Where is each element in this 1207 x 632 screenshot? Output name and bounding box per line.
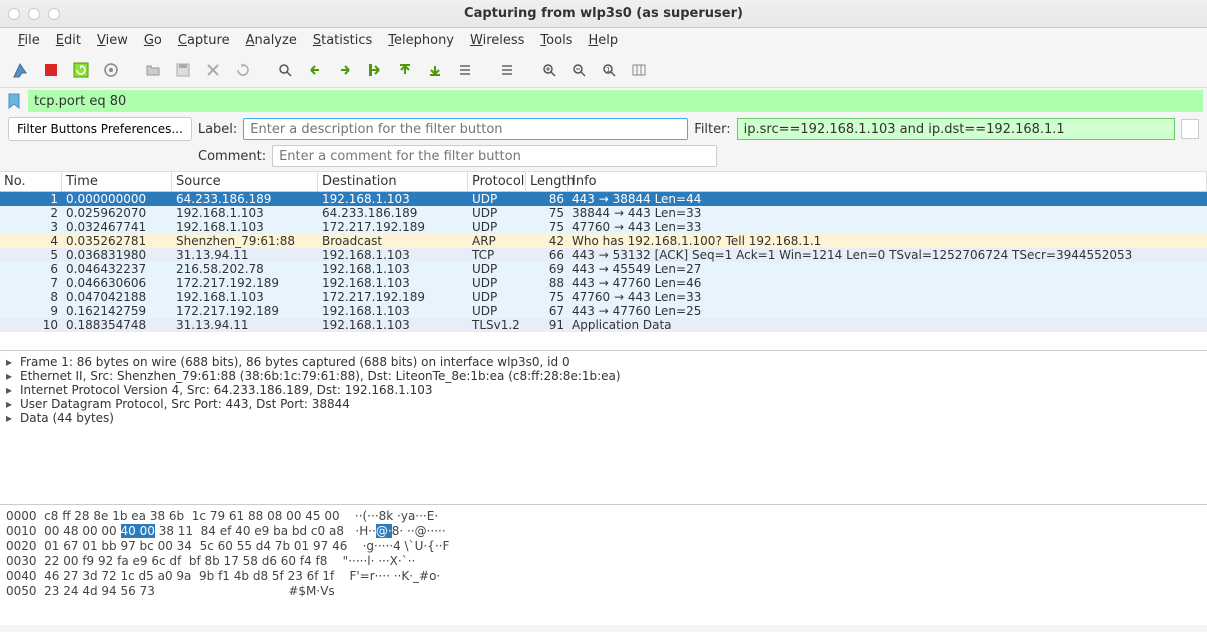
table-row[interactable]: 100.18835474831.13.94.11192.168.1.103TLS… (0, 318, 1207, 332)
expand-icon[interactable]: ▸ (6, 355, 16, 369)
table-row[interactable]: 90.162142759172.217.192.189192.168.1.103… (0, 304, 1207, 318)
go-back-button[interactable] (302, 57, 328, 83)
table-row[interactable]: 80.047042188192.168.1.103172.217.192.189… (0, 290, 1207, 304)
filter-buttons-preferences-button[interactable]: Filter Buttons Preferences... (8, 117, 192, 141)
menu-analyze[interactable]: Analyze (238, 30, 305, 51)
menu-go[interactable]: Go (136, 30, 170, 51)
tree-line[interactable]: ▸Frame 1: 86 bytes on wire (688 bits), 8… (6, 355, 1201, 369)
shark-fin-icon[interactable] (8, 57, 34, 83)
menubar: FileEditViewGoCaptureAnalyzeStatisticsTe… (0, 28, 1207, 52)
col-time[interactable]: Time (62, 172, 172, 191)
menu-help[interactable]: Help (580, 30, 626, 51)
confirm-button[interactable] (1181, 119, 1199, 139)
menu-telephony[interactable]: Telephony (380, 30, 462, 51)
titlebar: Capturing from wlp3s0 (as superuser) (0, 0, 1207, 28)
filter-label: Filter: (694, 122, 730, 137)
expand-icon[interactable]: ▸ (6, 369, 16, 383)
toolbar: 1 (0, 52, 1207, 88)
label-label: Label: (198, 122, 237, 137)
maximize-window-button[interactable] (48, 8, 60, 20)
capture-options-button[interactable] (98, 57, 124, 83)
menu-tools[interactable]: Tools (532, 30, 580, 51)
tree-line[interactable]: ▸User Datagram Protocol, Src Port: 443, … (6, 397, 1201, 411)
auto-scroll-button[interactable] (452, 57, 478, 83)
hex-line[interactable]: 0000 c8 ff 28 8e 1b ea 38 6b 1c 79 61 88… (6, 509, 1201, 524)
minimize-window-button[interactable] (28, 8, 40, 20)
col-length[interactable]: Length (526, 172, 568, 191)
filter-comment-input[interactable] (272, 145, 717, 167)
close-window-button[interactable] (8, 8, 20, 20)
display-filter-input[interactable] (28, 90, 1203, 112)
hex-line[interactable]: 0010 00 48 00 00 40 00 38 11 84 ef 40 e9… (6, 524, 1201, 539)
zoom-in-button[interactable] (536, 57, 562, 83)
go-last-button[interactable] (422, 57, 448, 83)
go-forward-button[interactable] (332, 57, 358, 83)
packet-bytes-pane[interactable]: 0000 c8 ff 28 8e 1b ea 38 6b 1c 79 61 88… (0, 505, 1207, 625)
menu-file[interactable]: File (10, 30, 48, 51)
menu-capture[interactable]: Capture (170, 30, 238, 51)
table-row[interactable]: 10.00000000064.233.186.189192.168.1.103U… (0, 192, 1207, 206)
reload-button[interactable] (230, 57, 256, 83)
tree-line[interactable]: ▸Internet Protocol Version 4, Src: 64.23… (6, 383, 1201, 397)
menu-wireless[interactable]: Wireless (462, 30, 532, 51)
col-destination[interactable]: Destination (318, 172, 468, 191)
packet-details-pane[interactable]: ▸Frame 1: 86 bytes on wire (688 bits), 8… (0, 350, 1207, 505)
open-file-button[interactable] (140, 57, 166, 83)
tree-line[interactable]: ▸Data (44 bytes) (6, 411, 1201, 425)
expand-icon[interactable]: ▸ (6, 383, 16, 397)
go-first-button[interactable] (392, 57, 418, 83)
packet-list[interactable]: 10.00000000064.233.186.189192.168.1.103U… (0, 192, 1207, 350)
display-filter-bar (0, 88, 1207, 114)
tree-line[interactable]: ▸Ethernet II, Src: Shenzhen_79:61:88 (38… (6, 369, 1201, 383)
expand-icon[interactable]: ▸ (6, 397, 16, 411)
zoom-reset-button[interactable]: 1 (596, 57, 622, 83)
filter-label-input[interactable] (243, 118, 688, 140)
table-row[interactable]: 70.046630606172.217.192.189192.168.1.103… (0, 276, 1207, 290)
restart-capture-button[interactable] (68, 57, 94, 83)
menu-view[interactable]: View (89, 30, 136, 51)
hex-line[interactable]: 0050 23 24 4d 94 56 73 #$M·Vs (6, 584, 1201, 599)
find-packet-button[interactable] (272, 57, 298, 83)
filter-button-row: Filter Buttons Preferences... Label: Fil… (0, 114, 1207, 144)
table-row[interactable]: 20.025962070192.168.1.10364.233.186.189U… (0, 206, 1207, 220)
menu-edit[interactable]: Edit (48, 30, 89, 51)
expand-icon[interactable]: ▸ (6, 411, 16, 425)
col-no[interactable]: No. (0, 172, 62, 191)
resize-columns-button[interactable] (626, 57, 652, 83)
col-source[interactable]: Source (172, 172, 318, 191)
table-row[interactable]: 50.03683198031.13.94.11192.168.1.103TCP6… (0, 248, 1207, 262)
stop-capture-button[interactable] (38, 57, 64, 83)
save-file-button[interactable] (170, 57, 196, 83)
table-row[interactable]: 60.046432237216.58.202.78192.168.1.103UD… (0, 262, 1207, 276)
zoom-out-button[interactable] (566, 57, 592, 83)
go-to-packet-button[interactable] (362, 57, 388, 83)
filter-expression-input[interactable] (737, 118, 1175, 140)
close-file-button[interactable] (200, 57, 226, 83)
hex-line[interactable]: 0030 22 00 f9 92 fa e9 6c df bf 8b 17 58… (6, 554, 1201, 569)
col-protocol[interactable]: Protocol (468, 172, 526, 191)
hex-line[interactable]: 0020 01 67 01 bb 97 bc 00 34 5c 60 55 d4… (6, 539, 1201, 554)
filter-comment-row: Comment: (0, 144, 1207, 172)
svg-text:1: 1 (606, 66, 610, 74)
table-row[interactable]: 30.032467741192.168.1.103172.217.192.189… (0, 220, 1207, 234)
menu-statistics[interactable]: Statistics (305, 30, 380, 51)
hex-line[interactable]: 0040 46 27 3d 72 1c d5 a0 9a 9b f1 4b d8… (6, 569, 1201, 584)
comment-label: Comment: (198, 149, 266, 164)
col-info[interactable]: Info (568, 172, 1207, 191)
colorize-button[interactable] (494, 57, 520, 83)
window-title: Capturing from wlp3s0 (as superuser) (464, 6, 743, 21)
bookmark-icon[interactable] (8, 93, 24, 109)
table-row[interactable]: 40.035262781Shenzhen_79:61:88BroadcastAR… (0, 234, 1207, 248)
packet-list-header: No. Time Source Destination Protocol Len… (0, 172, 1207, 192)
